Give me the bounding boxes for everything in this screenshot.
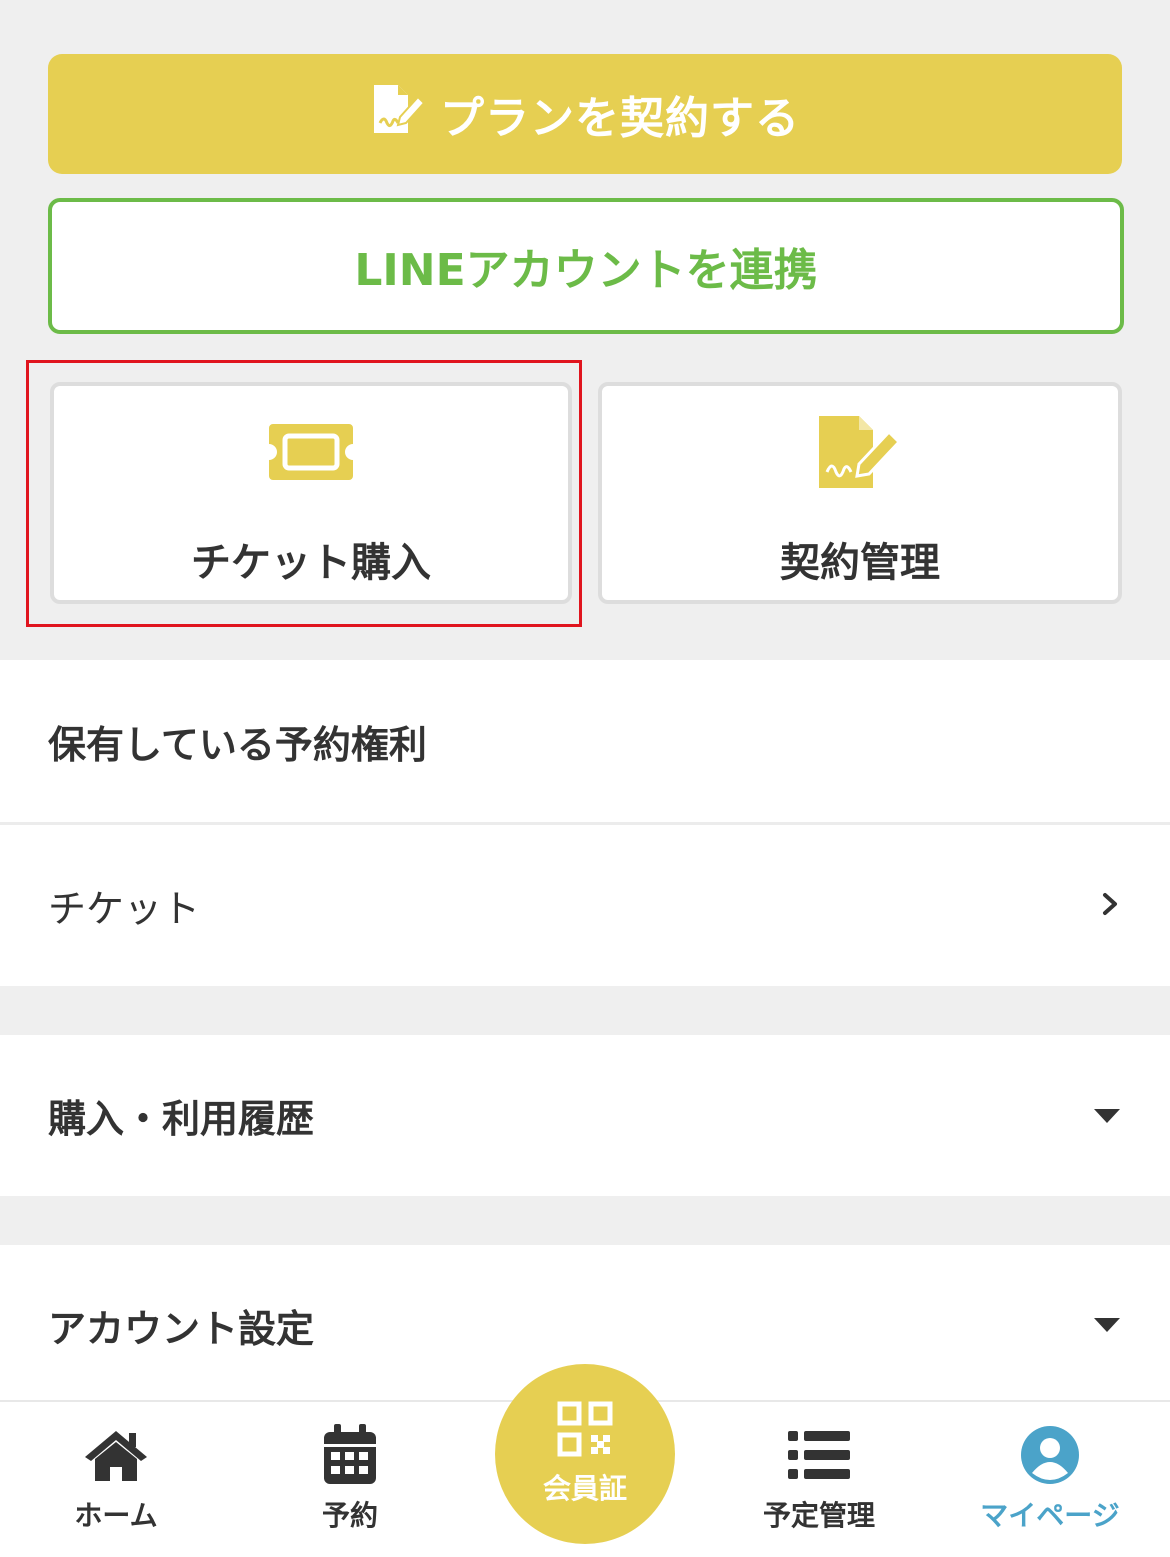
ticket-row[interactable]: チケット xyxy=(0,825,1170,986)
list-icon xyxy=(788,1424,850,1486)
nav-member-card[interactable]: 会員証 xyxy=(495,1364,675,1544)
ticket-row-label: チケット xyxy=(48,887,201,931)
nav-mypage[interactable]: マイページ xyxy=(970,1402,1130,1552)
contract-management-label: 契約管理 xyxy=(780,540,940,586)
ticket-icon xyxy=(267,414,355,490)
caret-down-icon xyxy=(1094,1108,1120,1123)
reservation-rights-title: 保有している予約権利 xyxy=(48,722,427,767)
top-action-area: プランを契約する LINEアカウントを連携 チケット購入 契約管理 xyxy=(0,0,1170,660)
user-icon xyxy=(1020,1424,1080,1486)
nav-reserve-label: 予約 xyxy=(321,1499,378,1532)
reservation-rights-header: 保有している予約権利 xyxy=(0,660,1170,822)
nav-home[interactable]: ホーム xyxy=(36,1402,196,1552)
purchase-history-title: 購入・利用履歴 xyxy=(48,1097,315,1141)
line-link-button[interactable]: LINEアカウントを連携 xyxy=(48,198,1124,334)
account-settings-title: アカウント設定 xyxy=(48,1306,315,1351)
nav-schedule-label: 予定管理 xyxy=(762,1499,875,1532)
contract-icon xyxy=(815,414,905,490)
contract-icon xyxy=(370,83,426,146)
calendar-icon xyxy=(322,1424,378,1486)
purchase-history-header[interactable]: 購入・利用履歴 xyxy=(0,1035,1170,1196)
ticket-purchase-label: チケット購入 xyxy=(191,540,431,586)
qr-code-icon xyxy=(557,1401,613,1461)
nav-schedule[interactable]: 予定管理 xyxy=(739,1402,899,1552)
chevron-right-icon xyxy=(1098,892,1122,920)
ticket-purchase-tile[interactable]: チケット購入 xyxy=(50,382,572,604)
nav-reserve[interactable]: 予約 xyxy=(270,1402,430,1552)
line-link-label: LINEアカウントを連携 xyxy=(354,245,818,296)
caret-down-icon xyxy=(1094,1318,1120,1332)
contract-management-tile[interactable]: 契約管理 xyxy=(598,382,1122,604)
nav-member-label: 会員証 xyxy=(542,1472,627,1505)
plan-contract-button[interactable]: プランを契約する xyxy=(48,54,1122,174)
plan-contract-label: プランを契約する xyxy=(440,93,800,144)
nav-home-label: ホーム xyxy=(74,1499,158,1532)
nav-mypage-label: マイページ xyxy=(980,1499,1120,1532)
home-icon xyxy=(81,1424,151,1486)
